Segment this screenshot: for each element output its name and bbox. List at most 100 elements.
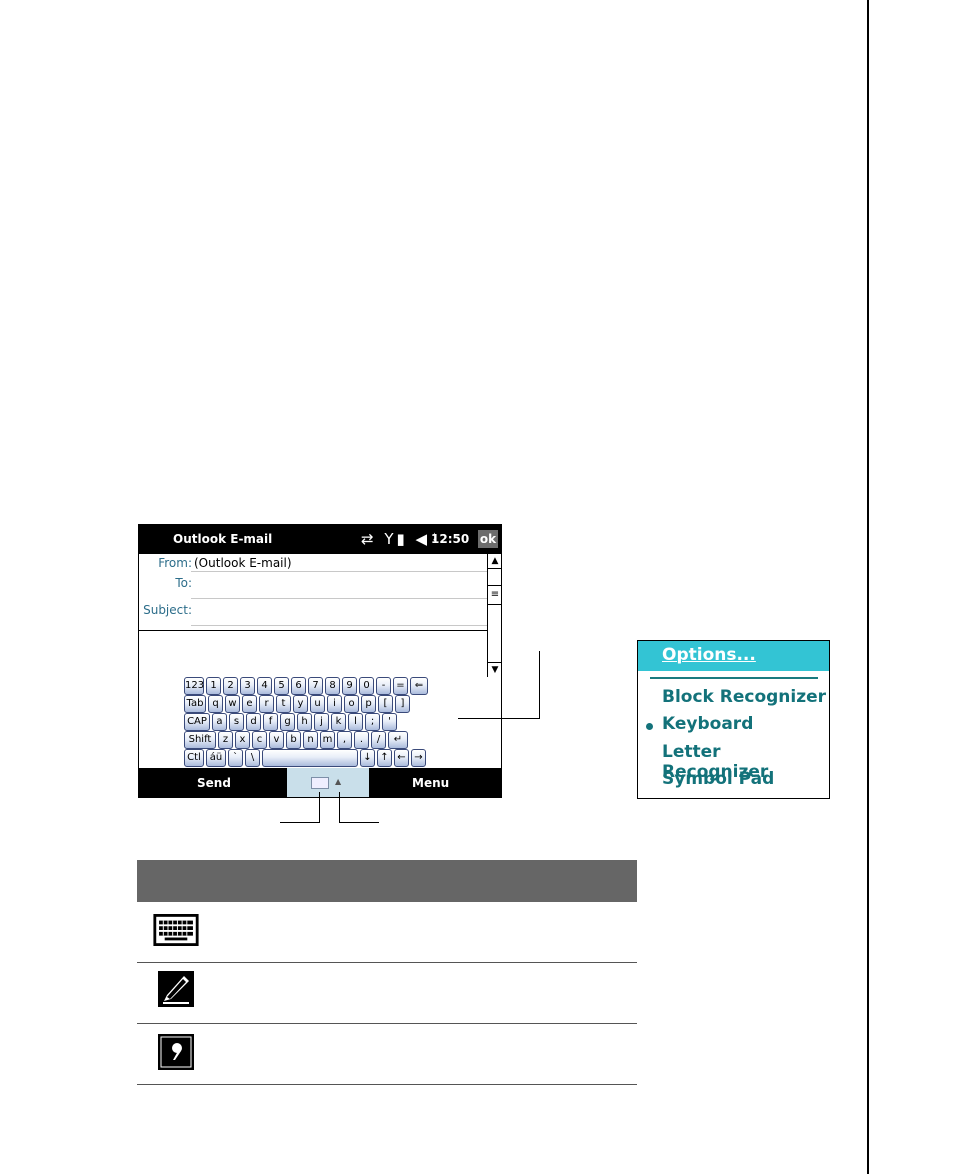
key[interactable]: 2 bbox=[223, 677, 238, 695]
soft-keyboard: 123 1 2 3 4 5 6 7 8 9 0- = ⇐ Tab q w e r t y u i o p[] CAP a s d f g h… bbox=[184, 677, 456, 769]
key[interactable]: , bbox=[337, 731, 352, 749]
ok-button[interactable]: ok bbox=[478, 530, 498, 548]
key[interactable]: h bbox=[297, 713, 312, 731]
send-button[interactable]: Send bbox=[197, 776, 231, 790]
key[interactable]: 4 bbox=[257, 677, 272, 695]
subject-label: Subject: bbox=[143, 603, 192, 617]
key[interactable]: e bbox=[242, 695, 257, 713]
key[interactable]: c bbox=[252, 731, 267, 749]
key[interactable]: w bbox=[225, 695, 240, 713]
key[interactable]: l bbox=[348, 713, 363, 731]
key[interactable]: ] bbox=[395, 695, 410, 713]
key[interactable]: ' bbox=[382, 713, 397, 731]
callout-line-keyboard bbox=[539, 651, 540, 719]
key[interactable]: j bbox=[314, 713, 329, 731]
keyboard-row: CAP a s d f g h j k l; ' bbox=[184, 713, 399, 731]
key[interactable]: f bbox=[263, 713, 278, 731]
key[interactable]: 5 bbox=[274, 677, 289, 695]
scroll-down-icon[interactable]: ▼ bbox=[488, 662, 501, 677]
key[interactable]: ↵ bbox=[388, 731, 408, 749]
key[interactable]: p bbox=[361, 695, 376, 713]
key[interactable]: 3 bbox=[240, 677, 255, 695]
key[interactable]: x bbox=[235, 731, 250, 749]
key[interactable]: 9 bbox=[342, 677, 357, 695]
key[interactable]: Ctl bbox=[184, 749, 204, 767]
input-options-menu: Options... Block Recognizer Keyboard Let… bbox=[637, 640, 830, 799]
key[interactable]: a bbox=[212, 713, 227, 731]
key[interactable]: r bbox=[259, 695, 274, 713]
scrollbar[interactable]: ▲ ≡ ▼ bbox=[487, 554, 501, 677]
menu-separator bbox=[650, 677, 818, 679]
key[interactable]: ↑ bbox=[377, 749, 392, 767]
callout-line-selector-h bbox=[339, 822, 379, 823]
key[interactable]: ⇐ bbox=[410, 677, 428, 695]
key[interactable]: ` bbox=[228, 749, 243, 767]
key[interactable]: s bbox=[229, 713, 244, 731]
callout-line-keyboard-h bbox=[458, 718, 540, 719]
callout-line-input-panel-h bbox=[280, 822, 320, 823]
page-margin-rule bbox=[867, 0, 869, 1174]
key[interactable]: q bbox=[208, 695, 223, 713]
key[interactable]: ↓ bbox=[360, 749, 375, 767]
options-label: Options... bbox=[662, 645, 756, 665]
menu-item-block-recognizer[interactable]: Block Recognizer bbox=[662, 687, 826, 707]
key[interactable]: ; bbox=[365, 713, 380, 731]
scroll-thumb[interactable]: ≡ bbox=[488, 585, 501, 605]
key[interactable]: 8 bbox=[325, 677, 340, 695]
options-menu-item[interactable]: Options... bbox=[638, 641, 829, 671]
from-label: From: bbox=[158, 556, 192, 570]
key[interactable]: i bbox=[327, 695, 342, 713]
symbol-pad-icon bbox=[158, 1034, 194, 1070]
key[interactable]: CAP bbox=[184, 713, 210, 731]
menu-item-keyboard[interactable]: Keyboard bbox=[662, 714, 753, 734]
message-body[interactable] bbox=[139, 632, 486, 676]
callout-line-selector bbox=[339, 792, 340, 823]
from-field[interactable]: (Outlook E-mail) bbox=[194, 556, 292, 570]
key[interactable]: 0 bbox=[359, 677, 374, 695]
key[interactable]: . bbox=[354, 731, 369, 749]
input-panel-button[interactable]: ▲ bbox=[287, 768, 369, 797]
from-underline bbox=[191, 571, 487, 572]
key[interactable]: 6 bbox=[291, 677, 306, 695]
scroll-up-icon[interactable]: ▲ bbox=[488, 554, 501, 569]
to-label: To: bbox=[175, 576, 192, 590]
table-header bbox=[137, 860, 637, 902]
key[interactable]: Shift bbox=[184, 731, 216, 749]
table-row bbox=[137, 963, 637, 1024]
key[interactable]: y bbox=[293, 695, 308, 713]
key[interactable]: / bbox=[371, 731, 386, 749]
menu-item-symbol-pad[interactable]: Symbol Pad bbox=[662, 769, 774, 789]
key[interactable]: n bbox=[303, 731, 318, 749]
key[interactable]: → bbox=[411, 749, 426, 767]
key[interactable]: o bbox=[344, 695, 359, 713]
to-field[interactable] bbox=[191, 598, 487, 599]
key[interactable]: k bbox=[331, 713, 346, 731]
key[interactable]: áü bbox=[206, 749, 226, 767]
key[interactable] bbox=[262, 749, 358, 767]
subject-field[interactable] bbox=[191, 625, 487, 626]
status-icons[interactable]: ⇄ Y▮ ◀ᛍ bbox=[361, 530, 442, 548]
clock[interactable]: 12:50 bbox=[431, 532, 469, 546]
key[interactable]: = bbox=[393, 677, 408, 695]
key[interactable]: [ bbox=[378, 695, 393, 713]
key[interactable]: z bbox=[218, 731, 233, 749]
key[interactable]: g bbox=[280, 713, 295, 731]
key[interactable]: 7 bbox=[308, 677, 323, 695]
input-selector-arrow-icon[interactable]: ▲ bbox=[335, 777, 341, 786]
key[interactable]: ← bbox=[394, 749, 409, 767]
key[interactable]: b bbox=[286, 731, 301, 749]
key[interactable]: t bbox=[276, 695, 291, 713]
key[interactable]: 123 bbox=[184, 677, 204, 695]
key[interactable]: m bbox=[320, 731, 335, 749]
key[interactable]: Tab bbox=[184, 695, 206, 713]
selected-bullet-icon bbox=[646, 723, 653, 730]
menu-button[interactable]: Menu bbox=[412, 776, 449, 790]
key[interactable]: \ bbox=[245, 749, 260, 767]
key[interactable]: d bbox=[246, 713, 261, 731]
key[interactable]: u bbox=[310, 695, 325, 713]
key[interactable]: - bbox=[376, 677, 391, 695]
key[interactable]: v bbox=[269, 731, 284, 749]
keyboard-icon[interactable] bbox=[311, 777, 329, 789]
key[interactable]: 1 bbox=[206, 677, 221, 695]
keyboard-row: Ctl áü ` \ ↓ ↑ ← → bbox=[184, 749, 428, 767]
